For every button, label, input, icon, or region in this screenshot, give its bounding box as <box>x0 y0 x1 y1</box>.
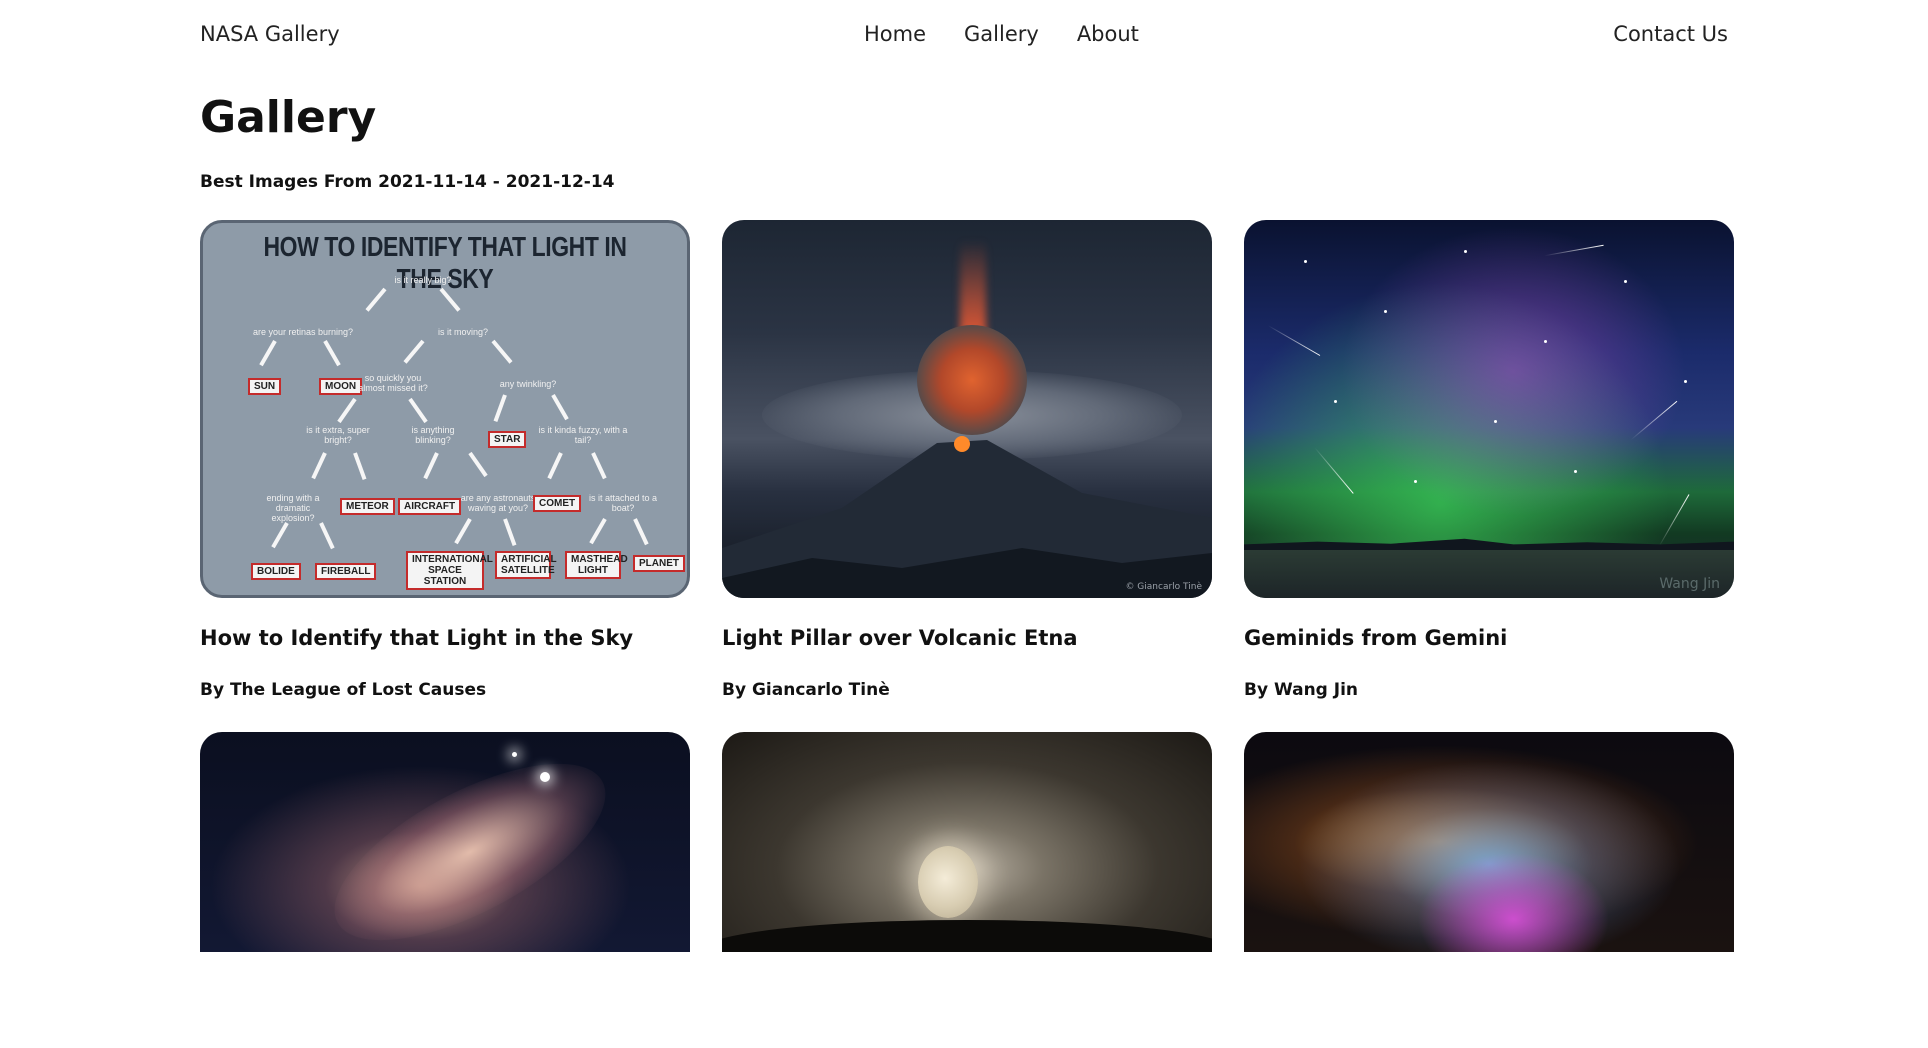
moon <box>918 846 978 918</box>
flowchart-answer: FIREBALL <box>315 563 377 580</box>
star <box>1684 380 1687 383</box>
site-header: NASA Gallery Home Gallery About Contact … <box>200 0 1728 72</box>
page-title: Gallery <box>200 92 377 143</box>
arrow-icon <box>468 451 488 478</box>
star <box>1624 280 1627 283</box>
main-nav: Home Gallery About <box>864 22 1139 46</box>
flowchart-answer: METEOR <box>340 498 395 515</box>
card-image-meteor-shower[interactable]: Wang Jin <box>1244 220 1734 598</box>
star <box>1414 480 1417 483</box>
gallery-card[interactable] <box>722 732 1212 952</box>
arrow-icon <box>311 452 327 480</box>
card-image-moon[interactable] <box>722 732 1212 952</box>
flowchart-answer: ARTIFICIAL SATELLITE <box>495 551 557 579</box>
star <box>1574 470 1577 473</box>
flowchart-question: any twinkling? <box>499 379 557 389</box>
flowchart-question: so quickly you almost missed it? <box>358 373 428 393</box>
arrow-icon <box>591 452 607 480</box>
flowchart-answer: SUN <box>248 378 282 395</box>
arrow-icon <box>454 518 472 545</box>
star <box>1384 310 1387 313</box>
card-image-galaxy[interactable] <box>200 732 690 952</box>
star <box>1334 400 1337 403</box>
card-title[interactable]: Geminids from Gemini <box>1244 626 1507 650</box>
meteor-streak <box>1658 494 1690 547</box>
card-title[interactable]: How to Identify that Light in the Sky <box>200 626 633 650</box>
arrow-icon <box>271 522 289 549</box>
galaxy-arm <box>309 732 631 952</box>
bright-star <box>512 752 517 757</box>
hill-silhouette <box>722 920 1212 952</box>
flowchart-heading: HOW TO IDENTIFY THAT LIGHT IN THE SKY <box>263 231 627 294</box>
star <box>1544 340 1547 343</box>
arrow-icon <box>353 452 367 480</box>
flowchart-answer: INTERNATIONAL SPACE STATION <box>406 551 493 590</box>
arrow-icon <box>493 394 507 422</box>
arrow-icon <box>551 394 569 421</box>
arrow-icon <box>491 339 513 364</box>
gallery-card[interactable] <box>1244 732 1734 952</box>
flowchart-answer: COMET <box>533 495 582 512</box>
gallery-card[interactable] <box>200 732 690 952</box>
gallery-card[interactable]: © Giancarlo Tinè Light Pillar over Volca… <box>722 220 1212 700</box>
meteor-streak <box>1630 400 1678 441</box>
date-range: Best Images From 2021-11-14 - 2021-12-14 <box>200 172 615 192</box>
arrow-icon <box>547 452 563 480</box>
arrow-icon <box>503 518 517 546</box>
arrow-icon <box>589 518 607 545</box>
card-author: By Giancarlo Tinè <box>722 680 890 700</box>
card-image-nebula[interactable] <box>1244 732 1734 952</box>
flowchart-question: is it kinda fuzzy, with a tail? <box>538 425 628 445</box>
star <box>1464 250 1467 253</box>
arrow-icon <box>337 397 357 424</box>
flowchart-question: are your retinas burning? <box>252 327 354 337</box>
card-author: By The League of Lost Causes <box>200 680 487 700</box>
arrow-icon <box>408 397 428 424</box>
flowchart-answer: PLANET <box>633 555 685 572</box>
arrow-icon <box>259 340 277 367</box>
contact-link[interactable]: Contact Us <box>1613 22 1728 46</box>
flowchart-question: is it really big? <box>394 275 452 285</box>
page-wrapper: NASA Gallery Home Gallery About Contact … <box>200 0 1734 952</box>
star <box>1494 420 1497 423</box>
meteor-streak <box>1267 325 1321 356</box>
flowchart-question: is anything blinking? <box>411 425 455 445</box>
flowchart-answer: BOLIDE <box>251 563 301 580</box>
flowchart-answer: STAR <box>488 431 527 448</box>
flowchart-question: are any astronauts waving at you? <box>460 493 536 513</box>
arrow-icon <box>423 452 439 480</box>
image-credit: © Giancarlo Tinè <box>1125 582 1202 592</box>
meteor-streak <box>1314 447 1354 494</box>
nav-gallery[interactable]: Gallery <box>964 22 1039 46</box>
star <box>1304 260 1307 263</box>
gallery-card[interactable]: Wang Jin Geminids from Gemini By Wang Ji… <box>1244 220 1734 700</box>
flowchart-question: is it extra, super bright? <box>306 425 370 445</box>
bright-star <box>540 772 550 782</box>
arrow-icon <box>323 340 341 367</box>
meteor-streak <box>1544 244 1604 257</box>
card-image-flowchart[interactable]: HOW TO IDENTIFY THAT LIGHT IN THE SKY is… <box>200 220 690 598</box>
flowchart-question: ending with a dramatic explosion? <box>266 493 320 523</box>
volcano-silhouette <box>722 436 1212 598</box>
nav-about[interactable]: About <box>1077 22 1139 46</box>
card-title[interactable]: Light Pillar over Volcanic Etna <box>722 626 1078 650</box>
flowchart-answer: MASTHEAD LIGHT <box>565 551 628 579</box>
gallery-card[interactable]: HOW TO IDENTIFY THAT LIGHT IN THE SKY is… <box>200 220 690 700</box>
flowchart-answer: AIRCRAFT <box>398 498 462 515</box>
image-credit: Wang Jin <box>1659 576 1720 592</box>
arrow-icon <box>633 518 649 546</box>
card-image-volcano[interactable]: © Giancarlo Tinè <box>722 220 1212 598</box>
nav-home[interactable]: Home <box>864 22 926 46</box>
brand-link[interactable]: NASA Gallery <box>200 22 340 46</box>
flowchart-question: is it moving? <box>437 327 489 337</box>
card-author: By Wang Jin <box>1244 680 1359 700</box>
flowchart-question: is it attached to a boat? <box>588 493 658 513</box>
arrow-icon <box>319 522 335 550</box>
arrow-icon <box>403 339 425 364</box>
